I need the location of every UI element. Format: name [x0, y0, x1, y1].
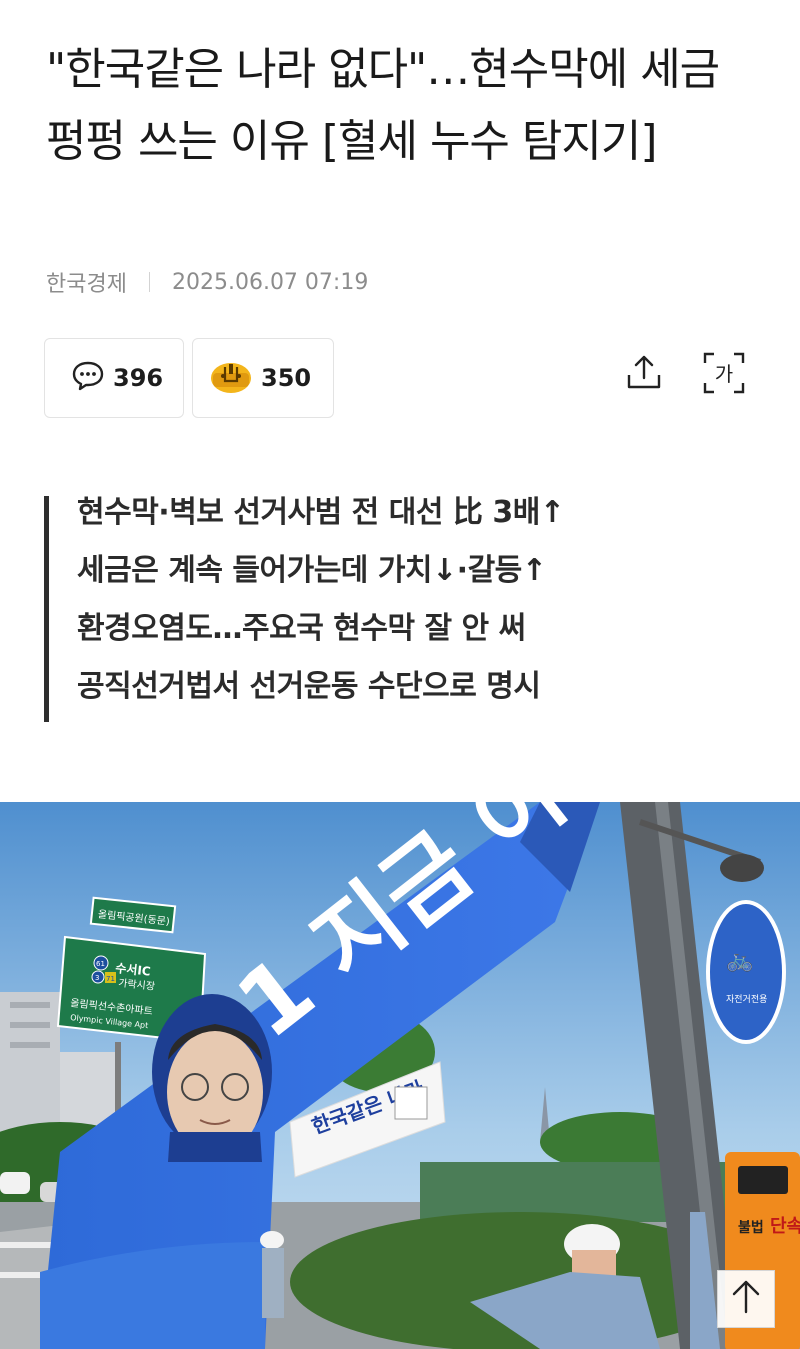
- publish-datetime: 2025.06.07 07:19: [171, 269, 369, 295]
- like-count: 350: [261, 364, 312, 392]
- summary-line: 환경오염도…주요국 현수막 잘 안 써: [77, 611, 526, 646]
- meta-divider: [148, 272, 150, 292]
- bike-sign-text: 자전거전용: [726, 994, 767, 1005]
- orange-sign-text2: 단속: [770, 1216, 800, 1237]
- thumbs-emoji-icon: [209, 357, 253, 399]
- summary-line: 공직선거법서 선거운동 수단으로 명시: [77, 669, 541, 704]
- summary-line: 현수막·벽보 선거사범 전 대선 比 3배↑: [77, 495, 565, 530]
- share-button[interactable]: [622, 352, 666, 398]
- share-icon: [624, 353, 664, 397]
- speech-bubble-icon: [71, 360, 105, 396]
- svg-text:가: 가: [715, 362, 733, 386]
- article-title: "한국같은 나라 없다"…현수막에 세금 펑펑 쓰는 이유 [혈세 누수 탐지기…: [46, 44, 720, 167]
- font-size-button[interactable]: 가: [702, 352, 746, 398]
- bicycle-icon: 🚲: [726, 948, 753, 973]
- road-sign-num3: 71: [106, 975, 115, 983]
- publisher-name[interactable]: 한국경제: [46, 266, 127, 298]
- font-size-icon: 가: [702, 351, 746, 399]
- article-summary: 현수막·벽보 선거사범 전 대선 比 3배↑ 세금은 계속 들어가는데 가치↓·…: [44, 495, 744, 722]
- road-sign-num1: 61: [96, 960, 105, 968]
- road-sign-num2: 3: [95, 974, 99, 982]
- photo-illustration: 올림픽공원(동문) 수서IC 가락시장 올림픽선수촌아파트 Olympic Vi…: [0, 802, 800, 1349]
- reaction-button[interactable]: 350: [192, 338, 334, 418]
- orange-sign-text: 불법: [738, 1220, 764, 1236]
- article-meta: 한국경제 2025.06.07 07:19: [46, 266, 368, 298]
- arrow-up-icon: [729, 1279, 763, 1319]
- comment-count: 396: [113, 364, 164, 392]
- scroll-top-button[interactable]: [717, 1270, 775, 1328]
- summary-line: 세금은 계속 들어가는데 가치↓·갈등↑: [77, 553, 547, 588]
- article-photo: 올림픽공원(동문) 수서IC 가락시장 올림픽선수촌아파트 Olympic Vi…: [0, 802, 800, 1349]
- comment-button[interactable]: 396: [44, 338, 184, 418]
